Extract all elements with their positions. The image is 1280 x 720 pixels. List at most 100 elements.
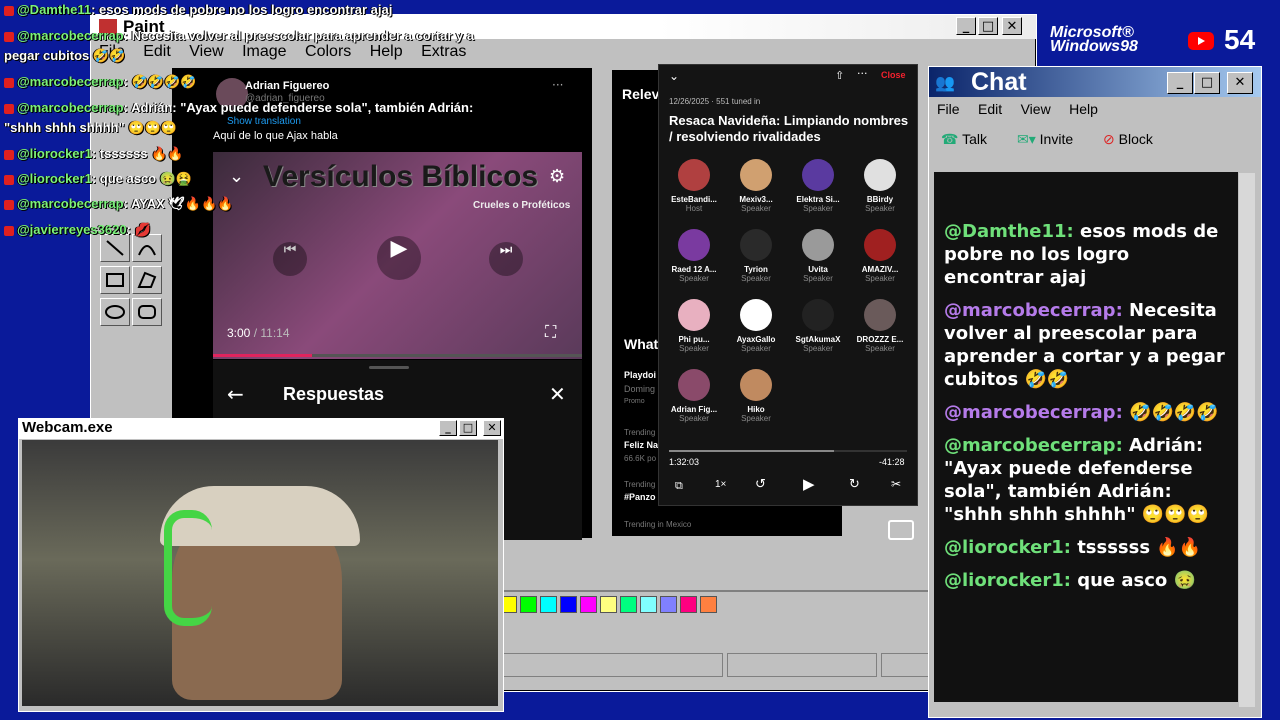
block-button[interactable]: ⊘ Block — [1103, 131, 1153, 148]
chevron-down-icon[interactable]: ⌄ — [229, 166, 244, 187]
space-participant[interactable]: Adrian Fig... Speaker — [665, 369, 723, 423]
space-participant[interactable]: BBirdy Speaker — [851, 159, 909, 213]
chat-minimize-button[interactable]: _ — [1167, 72, 1193, 94]
space-participant[interactable]: Phi pu... Speaker — [665, 299, 723, 353]
space-participant[interactable]: Uvita Speaker — [789, 229, 847, 283]
chat-username[interactable]: @marcobecerrap: — [944, 300, 1123, 321]
palette-swatch[interactable] — [620, 596, 637, 613]
chat-username[interactable]: @liorocker1: — [944, 570, 1071, 591]
play-icon[interactable]: ▶ — [803, 475, 815, 493]
trend-playdoi[interactable]: Playdoi — [624, 370, 656, 380]
trend-label-1: Trending — [624, 428, 656, 437]
chat-username[interactable]: @marcobecerrap: — [944, 435, 1123, 456]
more-options-icon[interactable]: ··· — [552, 78, 563, 92]
paint-menu-view[interactable]: View — [189, 43, 223, 60]
paint-minimize-button[interactable]: _ — [956, 17, 976, 35]
chat-menu-file[interactable]: File — [937, 101, 960, 117]
chat-scrollbar[interactable] — [1239, 173, 1255, 707]
messages-icon[interactable] — [888, 520, 914, 540]
paint-menu-colors[interactable]: Colors — [305, 43, 351, 60]
more-options-icon[interactable]: ··· — [857, 67, 868, 80]
palette-swatch[interactable] — [540, 596, 557, 613]
chat-menu-help[interactable]: Help — [1069, 101, 1098, 117]
space-participant[interactable]: AMAZIV... Speaker — [851, 229, 909, 283]
close-space-button[interactable]: Close — [881, 70, 906, 80]
trend-feliz-count: 66.6K po — [624, 454, 657, 463]
space-meta: 12/26/2025 · 551 tuned in — [669, 97, 761, 106]
chat-close-button[interactable]: ✕ — [1227, 72, 1253, 94]
show-translation-link[interactable]: Show translation — [227, 116, 301, 127]
polygon-tool[interactable] — [132, 266, 162, 294]
paint-maximize-button[interactable]: □ — [978, 17, 998, 35]
play-icon[interactable]: ▶ — [377, 236, 421, 280]
promoted-label: Promo — [624, 398, 645, 405]
chat-username[interactable]: @liorocker1: — [944, 537, 1071, 558]
rewind-icon[interactable]: ↺ — [755, 477, 766, 492]
chat-title: Chat — [971, 68, 1027, 96]
palette-swatch[interactable] — [580, 596, 597, 613]
webcam-close-button[interactable]: ✕ — [483, 420, 501, 436]
next-icon[interactable]: ⏭ — [489, 242, 523, 276]
forward-icon[interactable]: ↻ — [849, 477, 860, 492]
space-participant[interactable]: Hiko Speaker — [727, 369, 785, 423]
palette-swatch[interactable] — [700, 596, 717, 613]
palette-swatch[interactable] — [560, 596, 577, 613]
back-arrow-icon[interactable]: ← — [227, 382, 244, 406]
video-player[interactable]: Versículos Bíblicos Crueles o Proféticos… — [213, 152, 582, 359]
chat-menu-view[interactable]: View — [1021, 101, 1051, 117]
avatar — [740, 299, 772, 331]
trend-panzo[interactable]: #Panzo — [624, 492, 656, 502]
avatar — [802, 299, 834, 331]
space-participant[interactable]: AyaxGallo Speaker — [727, 299, 785, 353]
palette-swatch[interactable] — [680, 596, 697, 613]
palette-swatch[interactable] — [600, 596, 617, 613]
space-participant[interactable]: Mexiv3... Speaker — [727, 159, 785, 213]
rectangle-tool[interactable] — [100, 266, 130, 294]
space-participant[interactable]: SgtAkumaX Speaker — [789, 299, 847, 353]
paint-menu-extras[interactable]: Extras — [421, 43, 466, 60]
close-icon[interactable]: ✕ — [549, 382, 566, 406]
space-participant[interactable]: DROZZZ E... Speaker — [851, 299, 909, 353]
playback-speed[interactable]: 1× — [715, 479, 726, 490]
rounded-rectangle-tool[interactable] — [132, 298, 162, 326]
trend-feliz[interactable]: Feliz Na — [624, 440, 658, 450]
gear-icon[interactable]: ⚙ — [549, 166, 565, 187]
paint-menubar: File Edit View Image Colors Help Extras — [99, 43, 480, 61]
paint-close-button[interactable]: ✕ — [1002, 17, 1022, 35]
previous-icon[interactable]: ⏮ — [273, 242, 307, 276]
space-participant[interactable]: Elektra Si... Speaker — [789, 159, 847, 213]
chat-message: @liorocker1: que asco 🤢 — [944, 569, 1229, 592]
paint-menu-image[interactable]: Image — [242, 43, 286, 60]
space-participant[interactable]: Tyrion Speaker — [727, 229, 785, 283]
chat-username[interactable]: @marcobecerrap: — [944, 402, 1123, 423]
share-icon[interactable]: ⇧ — [835, 69, 844, 82]
ellipse-tool[interactable] — [100, 298, 130, 326]
chevron-down-icon[interactable]: ⌄ — [669, 69, 679, 83]
line-tool[interactable] — [100, 234, 130, 262]
space-participant[interactable]: EsteBandi... Host — [665, 159, 723, 213]
chat-text: tssssss 🔥🔥 — [1070, 537, 1202, 558]
clip-icon[interactable]: ✂ — [891, 477, 901, 491]
drag-handle[interactable] — [369, 366, 409, 369]
overlay-chat-line: pegar cubitos 🤣🤣 — [4, 48, 125, 64]
chat-titlebar[interactable]: 👥 Chat _ □ ✕ — [929, 67, 1261, 97]
captions-icon[interactable]: ⧉ — [675, 479, 683, 493]
palette-swatch[interactable] — [640, 596, 657, 613]
author-name[interactable]: Adrian Figuereo — [245, 80, 329, 92]
invite-button[interactable]: ✉▾ Invite — [1017, 131, 1073, 148]
fullscreen-icon[interactable]: ⛶ — [545, 322, 556, 342]
paint-menu-edit[interactable]: Edit — [143, 43, 171, 60]
participant-name: Uvita — [808, 265, 828, 274]
palette-swatch[interactable] — [520, 596, 537, 613]
space-participant[interactable]: Raed 12 A... Speaker — [665, 229, 723, 283]
palette-swatch[interactable] — [660, 596, 677, 613]
chat-username[interactable]: @Damthe11: — [944, 221, 1074, 242]
paint-menu-help[interactable]: Help — [370, 43, 403, 60]
curve-tool[interactable] — [132, 234, 162, 262]
webcam-maximize-button[interactable]: □ — [459, 420, 477, 436]
chat-maximize-button[interactable]: □ — [1194, 72, 1220, 94]
webcam-minimize-button[interactable]: _ — [439, 420, 457, 436]
webcam-titlebar[interactable]: Webcam.exe _ □ ✕ — [19, 419, 503, 439]
chat-menu-edit[interactable]: Edit — [978, 101, 1002, 117]
talk-button[interactable]: ☎ Talk — [941, 131, 987, 148]
